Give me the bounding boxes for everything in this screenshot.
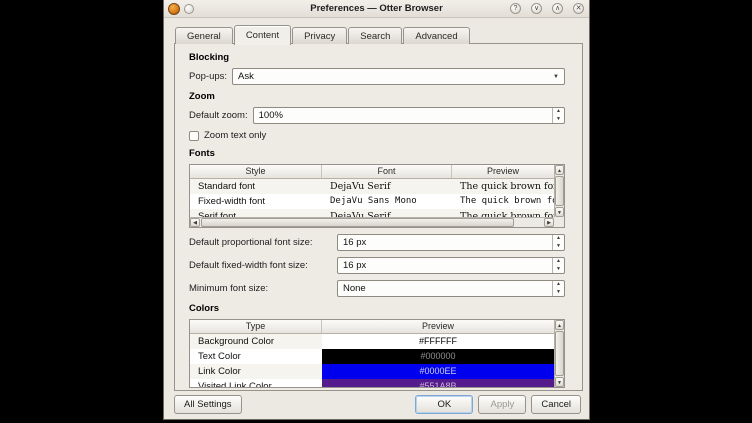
zoom-text-only-label: Zoom text only <box>204 130 266 141</box>
tab-advanced[interactable]: Advanced <box>403 27 469 44</box>
scroll-up-icon[interactable]: ▲ <box>555 165 564 175</box>
scroll-right-icon[interactable]: ▶ <box>544 218 554 227</box>
scrollbar-thumb[interactable] <box>201 218 514 227</box>
window-menu-button[interactable] <box>184 4 194 14</box>
color-row-background[interactable]: Background Color #FFFFFF <box>190 334 554 349</box>
all-settings-button[interactable]: All Settings <box>174 395 242 414</box>
cell-preview: The quick brown fox <box>452 179 554 194</box>
help-icon[interactable]: ? <box>510 3 521 14</box>
font-row-fixed-width[interactable]: Fixed-width font DejaVu Sans Mono The qu… <box>190 194 554 209</box>
color-row-link[interactable]: Link Color #0000EE <box>190 364 554 379</box>
minimum-size-value: None <box>343 283 366 294</box>
cell-type: Link Color <box>190 364 322 379</box>
blocking-heading: Blocking <box>189 52 565 63</box>
shade-icon[interactable]: ∨ <box>531 3 542 14</box>
colors-table-header[interactable]: Type Preview <box>190 320 554 334</box>
cell-font: DejaVu Sans Mono <box>322 194 452 209</box>
col-preview[interactable]: Preview <box>452 165 554 178</box>
tab-general[interactable]: General <box>175 27 233 44</box>
cell-type: Visited Link Color <box>190 379 322 388</box>
button-bar: All Settings OK Apply Cancel <box>174 395 581 414</box>
cell-style: Standard font <box>190 179 322 194</box>
proportional-size-label: Default proportional font size: <box>189 237 337 248</box>
scroll-down-icon[interactable]: ▼ <box>555 377 564 387</box>
proportional-size-value: 16 px <box>343 237 366 248</box>
zoom-text-only-checkbox[interactable] <box>189 131 199 141</box>
fonts-heading: Fonts <box>189 148 565 159</box>
cell-type: Background Color <box>190 334 322 349</box>
minimum-size-label: Minimum font size: <box>189 283 337 294</box>
cell-type: Text Color <box>190 349 322 364</box>
col-style[interactable]: Style <box>190 165 322 178</box>
scrollbar-thumb[interactable] <box>555 331 564 376</box>
font-row-standard[interactable]: Standard font DejaVu Serif The quick bro… <box>190 179 554 194</box>
tab-bar: General Content Privacy Search Advanced <box>164 18 589 43</box>
colors-vertical-scrollbar[interactable]: ▲ ▼ <box>554 320 564 387</box>
cell-preview: The quick brown fox <box>452 194 554 209</box>
content-panel: Blocking Pop-ups: Ask ▼ Zoom Default zoo… <box>174 43 583 391</box>
default-zoom-spinbox[interactable]: 100% ▲▼ <box>253 107 565 124</box>
tab-content[interactable]: Content <box>234 25 291 45</box>
color-swatch: #FFFFFF <box>322 334 554 349</box>
scroll-up-icon[interactable]: ▲ <box>555 320 564 330</box>
minimum-size-spinbox[interactable]: None ▲▼ <box>337 280 565 297</box>
tab-privacy[interactable]: Privacy <box>292 27 347 44</box>
spinner-arrows-icon[interactable]: ▲▼ <box>552 258 564 273</box>
desktop-background: Preferences — Otter Browser ? ∨ ∧ ✕ Gene… <box>0 0 752 423</box>
ok-button[interactable]: OK <box>415 395 473 414</box>
proportional-size-spinbox[interactable]: 16 px ▲▼ <box>337 234 565 251</box>
popups-dropdown[interactable]: Ask ▼ <box>232 68 565 85</box>
color-row-visited-link[interactable]: Visited Link Color #551A8B <box>190 379 554 388</box>
fixed-width-size-label: Default fixed-width font size: <box>189 260 337 271</box>
col-preview[interactable]: Preview <box>322 320 554 333</box>
colors-table[interactable]: Type Preview Background Color #FFFFFF Te… <box>189 319 565 388</box>
tab-search[interactable]: Search <box>348 27 402 44</box>
popups-value: Ask <box>238 71 254 82</box>
spinner-arrows-icon[interactable]: ▲▼ <box>552 108 564 123</box>
cancel-button[interactable]: Cancel <box>531 395 581 414</box>
color-swatch: #000000 <box>322 349 554 364</box>
close-icon[interactable]: ✕ <box>573 3 584 14</box>
otter-app-icon <box>168 3 180 15</box>
color-row-text[interactable]: Text Color #000000 <box>190 349 554 364</box>
fonts-table-header[interactable]: Style Font Preview <box>190 165 554 179</box>
fonts-table[interactable]: Style Font Preview Standard font DejaVu … <box>189 164 565 228</box>
scroll-down-icon[interactable]: ▼ <box>555 207 564 217</box>
color-swatch: #0000EE <box>322 364 554 379</box>
maximize-icon[interactable]: ∧ <box>552 3 563 14</box>
fixed-width-size-value: 16 px <box>343 260 366 271</box>
scrollbar-corner <box>554 217 564 227</box>
cell-font: DejaVu Serif <box>322 179 452 194</box>
popups-label: Pop-ups: <box>189 71 227 82</box>
scrollbar-thumb[interactable] <box>555 176 564 206</box>
apply-button[interactable]: Apply <box>478 395 526 414</box>
spinner-arrows-icon[interactable]: ▲▼ <box>552 235 564 250</box>
color-swatch: #551A8B <box>322 379 554 388</box>
spinner-arrows-icon[interactable]: ▲▼ <box>552 281 564 296</box>
cell-style: Fixed-width font <box>190 194 322 209</box>
titlebar[interactable]: Preferences — Otter Browser ? ∨ ∧ ✕ <box>164 0 589 18</box>
colors-heading: Colors <box>189 303 565 314</box>
col-type[interactable]: Type <box>190 320 322 333</box>
zoom-heading: Zoom <box>189 91 565 102</box>
default-zoom-label: Default zoom: <box>189 110 248 121</box>
fixed-width-size-spinbox[interactable]: 16 px ▲▼ <box>337 257 565 274</box>
scroll-left-icon[interactable]: ◀ <box>190 218 200 227</box>
preferences-dialog: Preferences — Otter Browser ? ∨ ∧ ✕ Gene… <box>163 0 590 420</box>
chevron-down-icon: ▼ <box>553 74 559 80</box>
col-font[interactable]: Font <box>322 165 452 178</box>
default-zoom-value: 100% <box>259 110 283 121</box>
fonts-horizontal-scrollbar[interactable]: ◀ ▶ <box>190 217 554 227</box>
